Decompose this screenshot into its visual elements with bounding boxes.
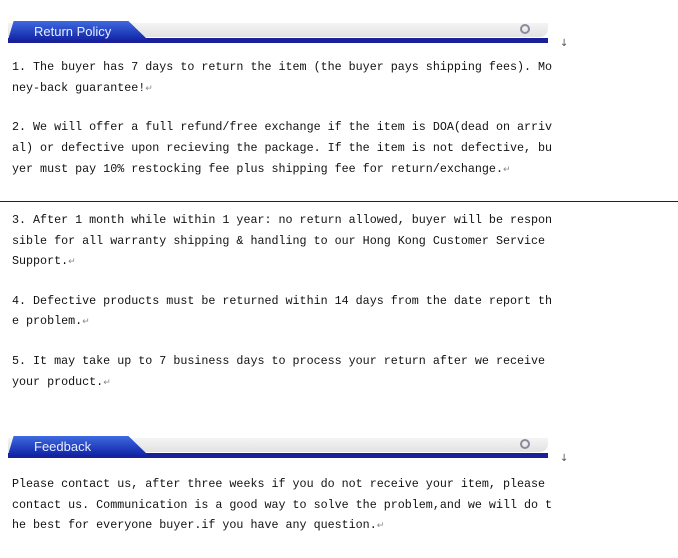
paragraph-line: your product.↵ (12, 375, 111, 390)
paragraph-mark-icon: ↵ (502, 165, 511, 175)
paragraph-mark-icon: ↵ (103, 378, 111, 388)
return-policy-banner: Return Policy (8, 21, 548, 43)
paragraph-line: 4. Defective products must be returned w… (12, 294, 552, 308)
line-text: 3. After 1 month while within 1 year: no… (12, 213, 553, 227)
line-text: 1. The buyer has 7 days to return the it… (12, 60, 553, 74)
paragraph-line: al) or defective upon recieving the pack… (12, 141, 552, 155)
line-text: yer must pay 10% restocking fee plus shi… (12, 162, 503, 176)
paragraph-line: Please contact us, after three weeks if … (12, 477, 545, 491)
paragraph-line: 3. After 1 month while within 1 year: no… (12, 213, 552, 227)
paragraph-line: sible for all warranty shipping & handli… (12, 234, 545, 248)
paragraph-line: contact us. Communication is a good way … (12, 498, 552, 512)
paragraph-mark-icon: ↵ (145, 84, 153, 94)
paragraph-mark-icon: ↵ (376, 521, 385, 531)
line-text: he best for everyone buyer.if you have a… (12, 518, 377, 532)
paragraph-line: Support.↵ (12, 254, 76, 269)
line-text: 2. We will offer a full refund/free exch… (12, 120, 553, 134)
line-text: 4. Defective products must be returned w… (12, 294, 553, 308)
paragraph-line: ney-back guarantee!↵ (12, 81, 153, 96)
line-text: al) or defective upon recieving the pack… (12, 141, 553, 155)
line-text: your product. (12, 375, 104, 389)
circle-icon (520, 24, 530, 34)
paragraph-line: e problem.↵ (12, 314, 90, 329)
section-title: Return Policy (34, 24, 112, 39)
line-text: e problem. (12, 314, 83, 328)
circle-icon (520, 439, 530, 449)
line-text: ney-back guarantee! (12, 81, 146, 95)
feedback-banner: Feedback (8, 436, 548, 458)
paragraph-mark-icon: ↵ (68, 257, 76, 267)
line-break-arrow-icon: ↓ (560, 38, 569, 49)
line-text: 5. It may take up to 7 business days to … (12, 354, 546, 368)
horizontal-rule (0, 201, 678, 202)
section-title: Feedback (34, 439, 92, 454)
line-break-arrow-icon: ↓ (560, 453, 569, 464)
paragraph-line: 1. The buyer has 7 days to return the it… (12, 60, 552, 74)
paragraph-mark-icon: ↵ (82, 317, 90, 327)
paragraph-line: 5. It may take up to 7 business days to … (12, 354, 545, 368)
paragraph-line: 2. We will offer a full refund/free exch… (12, 120, 552, 134)
line-text: sible for all warranty shipping & handli… (12, 234, 546, 248)
line-text: Support. (12, 254, 69, 268)
paragraph-line: yer must pay 10% restocking fee plus shi… (12, 162, 511, 177)
line-text: Please contact us, after three weeks if … (12, 477, 546, 491)
line-text: contact us. Communication is a good way … (12, 498, 553, 512)
paragraph-line: he best for everyone buyer.if you have a… (12, 518, 384, 533)
